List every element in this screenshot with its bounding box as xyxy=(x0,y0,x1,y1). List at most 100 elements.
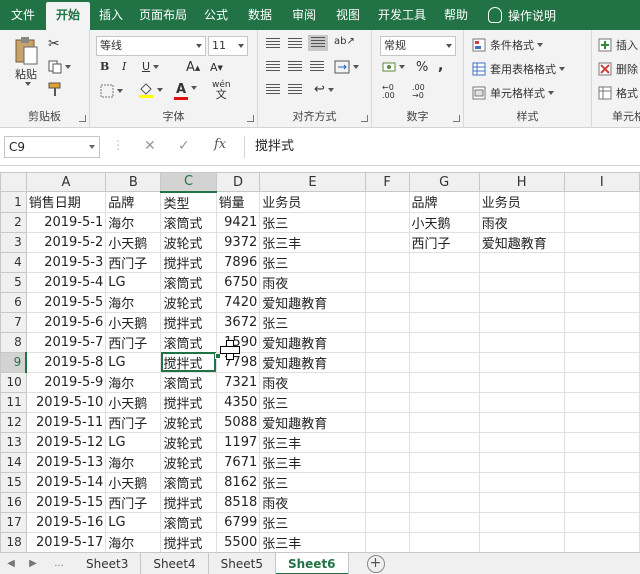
tab-8[interactable]: 开发工具 xyxy=(370,0,434,30)
cell[interactable] xyxy=(364,531,410,552)
column-header[interactable]: G xyxy=(408,172,480,192)
cell[interactable] xyxy=(364,251,410,273)
align-left-button[interactable] xyxy=(266,61,280,73)
tab-4[interactable]: 公式 xyxy=(194,0,238,30)
cell[interactable]: 爱知趣教育 xyxy=(259,411,366,433)
cell[interactable] xyxy=(478,271,565,293)
font-launcher[interactable] xyxy=(247,115,254,122)
cell[interactable]: 2019-5-17 xyxy=(25,531,107,552)
tab-5[interactable]: 数据 xyxy=(238,0,282,30)
tab-6[interactable]: 审阅 xyxy=(282,0,326,30)
cell[interactable]: 张三丰 xyxy=(259,231,366,253)
cell[interactable] xyxy=(563,211,640,233)
cell[interactable]: 雨夜 xyxy=(259,271,366,293)
row-header[interactable]: 1 xyxy=(0,191,27,213)
cell[interactable] xyxy=(478,291,565,313)
grow-font-button[interactable]: A ▲ xyxy=(186,60,200,75)
row-header[interactable]: 13 xyxy=(0,431,27,453)
tell-me-search[interactable]: 操作说明 xyxy=(488,7,556,24)
cell[interactable]: 2019-5-9 xyxy=(25,371,107,393)
cell[interactable]: 西门子 xyxy=(105,491,162,513)
row-header[interactable]: 10 xyxy=(0,371,27,393)
cell[interactable] xyxy=(364,411,410,433)
cell[interactable]: 1197 xyxy=(215,431,261,453)
format-cells-button[interactable]: 格式 xyxy=(598,85,638,101)
cell[interactable]: 搅拌式 xyxy=(160,391,217,413)
sheet-tab[interactable]: Sheet6 xyxy=(275,552,349,574)
cell[interactable]: 张三丰 xyxy=(259,451,366,473)
cell[interactable]: 2019-5-6 xyxy=(25,311,107,333)
cell[interactable]: 西门子 xyxy=(408,231,480,253)
column-header[interactable]: A xyxy=(25,172,107,192)
cell[interactable]: 爱知趣教育 xyxy=(259,351,366,373)
align-top-button[interactable] xyxy=(266,38,280,50)
cut-button[interactable]: ✂ xyxy=(48,36,60,52)
row-header[interactable]: 8 xyxy=(0,331,27,353)
column-header[interactable]: E xyxy=(259,172,366,192)
more-sheets-button[interactable]: ... xyxy=(44,558,74,569)
cell[interactable]: 雨夜 xyxy=(259,371,366,393)
sheet-tab[interactable]: Sheet4 xyxy=(141,552,209,574)
cell[interactable] xyxy=(563,291,640,313)
cell[interactable]: 2019-5-14 xyxy=(25,471,107,493)
cell[interactable]: LG xyxy=(105,511,162,533)
cell[interactable] xyxy=(364,431,410,453)
percent-button[interactable]: % xyxy=(416,60,428,75)
cell[interactable]: 滚筒式 xyxy=(160,471,217,493)
cell[interactable] xyxy=(478,491,565,513)
italic-button[interactable]: I xyxy=(122,60,126,73)
cell[interactable]: 7420 xyxy=(215,291,261,313)
column-header[interactable]: I xyxy=(563,172,640,192)
cell[interactable]: 9421 xyxy=(215,211,261,233)
phonetic-button[interactable]: wén 文 xyxy=(212,80,231,100)
cell[interactable]: 6799 xyxy=(215,511,261,533)
conditional-format-button[interactable]: 条件格式 xyxy=(472,37,543,53)
font-name-combo[interactable]: 等线 xyxy=(96,36,206,56)
cell[interactable]: 3672 xyxy=(215,311,261,333)
align-bottom-button[interactable] xyxy=(308,35,328,51)
paste-button[interactable]: 粘贴 xyxy=(10,36,42,86)
cell[interactable] xyxy=(563,531,640,552)
row-header[interactable]: 18 xyxy=(0,531,27,552)
cell[interactable] xyxy=(563,491,640,513)
column-header[interactable]: H xyxy=(478,172,565,192)
cell[interactable]: 8162 xyxy=(215,471,261,493)
font-color-dropdown[interactable] xyxy=(188,86,197,90)
cell[interactable]: 张三 xyxy=(259,211,366,233)
cell[interactable]: 小天鹅 xyxy=(105,391,162,413)
sheet-tab[interactable]: Sheet5 xyxy=(209,552,276,574)
cell[interactable] xyxy=(563,391,640,413)
cell[interactable] xyxy=(364,351,410,373)
cell[interactable]: 张三 xyxy=(259,251,366,273)
cell[interactable]: 2019-5-11 xyxy=(25,411,107,433)
cell[interactable] xyxy=(563,331,640,353)
cell[interactable] xyxy=(408,291,480,313)
comma-button[interactable]: , xyxy=(438,58,443,74)
cell[interactable] xyxy=(364,271,410,293)
row-header[interactable]: 4 xyxy=(0,251,27,273)
tab-0[interactable]: 文件 xyxy=(0,0,46,30)
cell-table[interactable]: ABCDEFGHI 1 销售日期 品牌 类型 销量 业务员 品牌 业务员 2 2019-5-1 海尔… xyxy=(0,172,640,552)
cell[interactable]: LG xyxy=(105,431,162,453)
cell[interactable] xyxy=(364,211,410,233)
cell[interactable]: 爱知趣教育 xyxy=(259,331,366,353)
cell[interactable] xyxy=(364,191,410,213)
cell[interactable]: 2019-5-7 xyxy=(25,331,107,353)
cell[interactable]: 滚筒式 xyxy=(160,511,217,533)
cell[interactable] xyxy=(478,511,565,533)
cell[interactable] xyxy=(364,311,410,333)
cell[interactable]: 搅拌式 xyxy=(160,351,217,373)
cell[interactable] xyxy=(408,531,480,552)
cell[interactable] xyxy=(408,411,480,433)
cell[interactable]: 滚筒式 xyxy=(160,211,217,233)
enter-button[interactable]: ✓ xyxy=(178,138,190,154)
insert-function-button[interactable]: fx xyxy=(214,137,226,152)
cancel-button[interactable]: ✕ xyxy=(144,138,156,154)
cell[interactable] xyxy=(364,511,410,533)
copy-button[interactable] xyxy=(48,60,71,74)
row-header[interactable]: 6 xyxy=(0,291,27,313)
cell[interactable] xyxy=(563,511,640,533)
cell[interactable] xyxy=(408,511,480,533)
cell[interactable]: 西门子 xyxy=(105,331,162,353)
cell[interactable] xyxy=(563,311,640,333)
